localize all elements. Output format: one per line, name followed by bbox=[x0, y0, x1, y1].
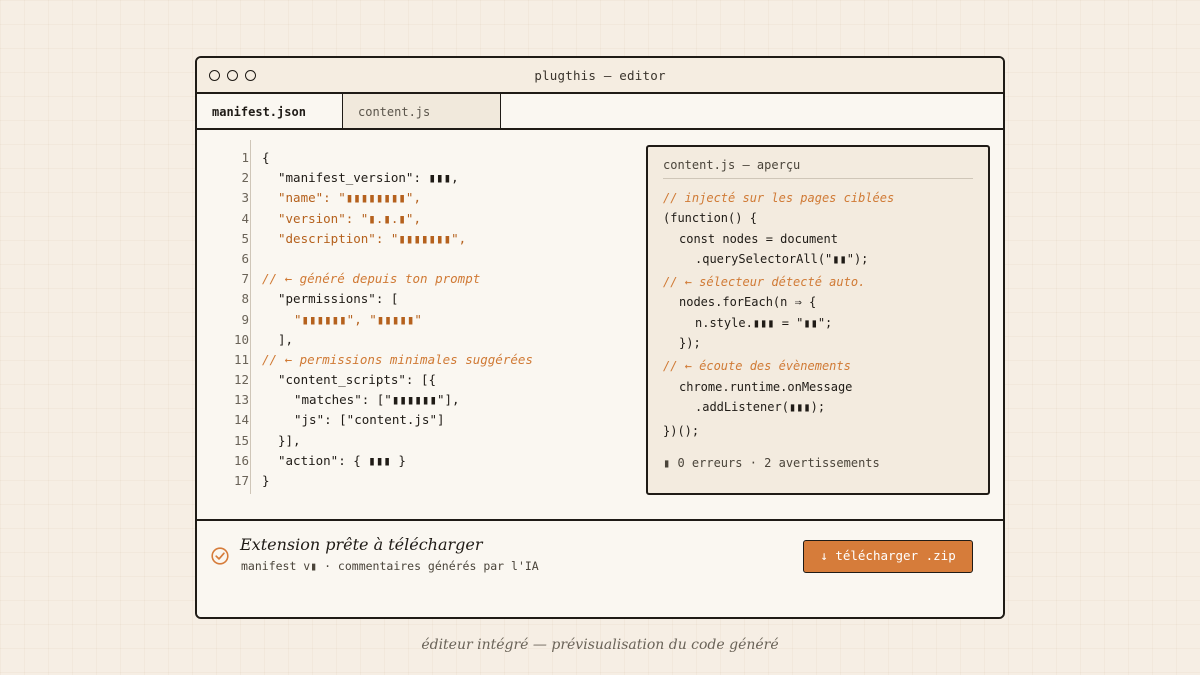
code-line: ], bbox=[278, 331, 294, 347]
line-number-gutter: 1 2 3 4 5 6 7 8 9 10 11 12 13 14 15 16 1… bbox=[225, 148, 249, 491]
preview-comment: // injecté sur les pages ciblées bbox=[663, 191, 895, 205]
preview-comment: // ← écoute des évènements bbox=[663, 359, 851, 374]
gutter-divider bbox=[250, 140, 251, 494]
preview-status: ▮ 0 erreurs · 2 avertissements bbox=[663, 455, 880, 470]
line-number: 17 bbox=[233, 473, 249, 488]
preview-line: (function() { bbox=[663, 211, 757, 226]
preview-line: }); bbox=[679, 336, 701, 351]
ready-title: Extension prête à télécharger bbox=[240, 535, 483, 554]
check-circle-icon bbox=[211, 547, 229, 565]
line-number: 16 bbox=[233, 452, 249, 468]
code-line: "action": { ▮▮▮ } bbox=[278, 452, 406, 468]
line-number: 13 bbox=[233, 392, 249, 408]
code-line: "content_scripts": [{ bbox=[278, 372, 437, 388]
preview-header: content.js — aperçu bbox=[663, 147, 973, 179]
code-line: "▮▮▮▮▮▮", "▮▮▮▮▮" bbox=[294, 311, 422, 327]
code-line: }], bbox=[278, 432, 301, 448]
code-line: "js": ["content.js"] bbox=[294, 412, 445, 428]
code-line: { bbox=[262, 150, 270, 165]
manifest-code: { "manifest_version": ▮▮▮, "name": "▮▮▮▮… bbox=[262, 148, 533, 491]
code-line: "description": "▮▮▮▮▮▮▮", bbox=[278, 230, 467, 246]
line-number: 8 bbox=[241, 291, 249, 307]
code-line: "permissions": [ bbox=[278, 291, 399, 307]
caption: éditeur intégré — prévisualisation du co… bbox=[421, 637, 779, 653]
ready-subtitle: manifest v▮ · commentaires générés par l… bbox=[241, 559, 539, 573]
line-number: 11 bbox=[233, 351, 249, 367]
line-number: 3 bbox=[241, 190, 249, 206]
code-comment: // ← généré depuis ton prompt bbox=[262, 271, 481, 287]
code-line: "name": "▮▮▮▮▮▮▮▮", bbox=[278, 190, 421, 206]
download-zip-button[interactable]: ↓ télécharger .zip bbox=[803, 540, 973, 573]
tab-bar: manifest.json content.js bbox=[197, 94, 1003, 130]
preview-comment: // ← sélecteur détecté auto. bbox=[663, 275, 866, 290]
line-number: 9 bbox=[241, 311, 249, 327]
title-bar: plugthis — editor bbox=[197, 58, 1003, 94]
code-editor[interactable]: 1 2 3 4 5 6 7 8 9 10 11 12 13 14 15 16 1… bbox=[197, 130, 1003, 519]
tab-content-js[interactable]: content.js bbox=[343, 94, 501, 128]
line-number: 4 bbox=[241, 210, 249, 226]
content-js-preview: content.js — aperçu // injecté sur les p… bbox=[646, 145, 990, 495]
preview-line: n.style.▮▮▮ = "▮▮"; bbox=[695, 315, 833, 330]
line-number: 10 bbox=[233, 331, 249, 347]
code-line: "version": "▮.▮.▮", bbox=[278, 210, 421, 226]
line-number: 1 bbox=[241, 150, 249, 165]
window-title: plugthis — editor bbox=[534, 68, 666, 83]
line-number: 15 bbox=[233, 432, 249, 448]
preview-line: .addListener(▮▮▮); bbox=[695, 399, 826, 414]
code-line: "matches": ["▮▮▮▮▮▮"], bbox=[294, 392, 460, 408]
download-footer: Extension prête à télécharger manifest v… bbox=[197, 519, 1003, 617]
code-line: "manifest_version": ▮▮▮, bbox=[278, 170, 459, 186]
line-number: 2 bbox=[241, 170, 249, 186]
preview-line: })(); bbox=[663, 424, 700, 439]
code-comment: // ← permissions minimales suggérées bbox=[262, 351, 533, 367]
line-number: 5 bbox=[241, 230, 249, 246]
preview-line: chrome.runtime.onMessage bbox=[679, 379, 853, 394]
preview-line: const nodes = document bbox=[679, 231, 838, 246]
code-line: } bbox=[262, 473, 270, 488]
line-number: 12 bbox=[233, 372, 249, 388]
line-number: 7 bbox=[241, 271, 249, 287]
tab-manifest-json[interactable]: manifest.json bbox=[197, 94, 343, 128]
editor-window: plugthis — editor manifest.json content.… bbox=[195, 56, 1005, 619]
line-number: 14 bbox=[233, 412, 249, 428]
preview-line: nodes.forEach(n ⇒ { bbox=[679, 295, 817, 310]
line-number: 6 bbox=[241, 250, 249, 266]
preview-line: .querySelectorAll("▮▮"); bbox=[695, 251, 869, 266]
